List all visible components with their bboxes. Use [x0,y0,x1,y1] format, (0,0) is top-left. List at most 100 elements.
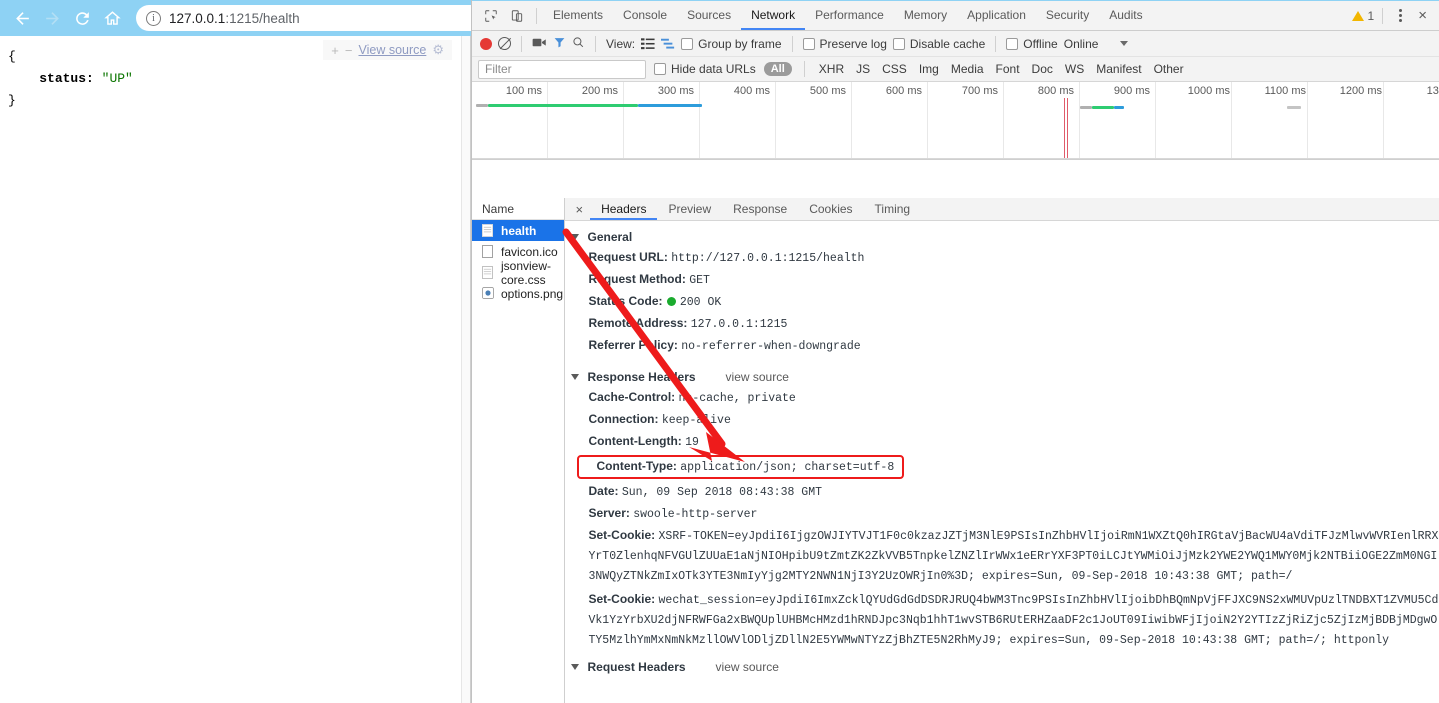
inspect-element-icon[interactable] [478,3,504,29]
tab-elements[interactable]: Elements [543,1,613,30]
expand-all-icon[interactable]: + [331,43,339,58]
more-options-icon[interactable] [1391,9,1410,22]
page-scrollbar[interactable] [461,36,470,703]
overview-tick-700ms: 700 ms [961,85,998,97]
right-divider [1382,7,1384,24]
filter-type-img[interactable]: Img [917,62,941,76]
page-info-icon[interactable]: i [146,10,161,26]
tab-memory[interactable]: Memory [894,1,957,30]
filter-type-other[interactable]: Other [1152,62,1186,76]
offline-checkbox[interactable]: Offline [1006,37,1058,51]
throttling-value: Online [1063,36,1099,51]
header-value: 127.0.0.1:1215 [690,318,788,331]
throttling-select[interactable]: Online [1064,37,1129,51]
close-devtools-icon[interactable]: × [1412,7,1433,24]
request-row-health[interactable]: health [472,220,564,241]
filter-type-js[interactable]: JS [854,62,872,76]
json-value-status: "UP" [101,71,133,86]
filter-input[interactable]: Filter [478,59,646,79]
request-row-options-png[interactable]: options.png [472,283,564,304]
checkbox-box[interactable] [654,63,666,75]
filter-type-media[interactable]: Media [949,62,986,76]
checkbox-box[interactable] [892,37,905,50]
overview-load-line [1067,98,1068,159]
back-arrow-icon[interactable] [8,4,36,32]
filter-type-font[interactable]: Font [994,62,1022,76]
detail-tab-preview[interactable]: Preview [657,198,722,220]
view-source-link[interactable]: View source [358,43,426,57]
hide-data-urls-checkbox[interactable]: Hide data URLs [654,62,756,76]
filter-type-ws[interactable]: WS [1063,62,1086,76]
reload-icon[interactable] [68,4,96,32]
header-name: Set-Cookie: [588,528,656,542]
checkbox-box[interactable] [681,37,694,50]
collapse-all-icon[interactable]: − [345,43,353,58]
list-view-icon[interactable] [641,37,655,50]
detail-tab-timing[interactable]: Timing [864,198,922,220]
request-name: favicon.ico [501,244,558,259]
filter-type-all[interactable]: All [763,62,792,76]
camera-icon[interactable] [532,36,547,52]
filter-type-doc[interactable]: Doc [1030,62,1055,76]
general-row-status-code: Status Code: 200 OK [565,291,1439,313]
overview-tick-800ms: 800 ms [1037,85,1074,97]
warning-badge[interactable]: 1 [1351,9,1374,23]
tab-performance[interactable]: Performance [805,1,894,30]
header-name: Server: [588,506,630,520]
request-name: options.png [501,286,564,301]
close-detail-icon[interactable]: × [569,202,591,217]
response-row-server: Server: swoole-http-server [565,503,1439,525]
home-icon[interactable] [98,4,126,32]
general-section-header[interactable]: General [565,227,1439,247]
json-line-close: } [8,93,16,108]
request-headers-section-header[interactable]: Request Headers view source [565,657,1439,677]
request-row-jsonview-css[interactable]: jsonview-core.css [472,259,564,287]
overview-tick-1000ms: 1000 ms [1187,85,1230,97]
tab-security[interactable]: Security [1036,1,1099,30]
tab-audits[interactable]: Audits [1099,1,1152,30]
network-overview-timeline[interactable]: 100 ms 200 ms 300 ms 400 ms 500 ms 600 m… [472,82,1439,160]
group-by-frame-checkbox[interactable]: Group by frame [681,37,782,51]
overview-tick-900ms: 900 ms [1113,85,1150,97]
filter-type-xhr[interactable]: XHR [817,62,846,76]
header-value: wechat_session=eyJpdiI6ImxZcklQYUdGdGdDS… [588,594,1439,647]
header-value: http://127.0.0.1:1215/health [671,252,865,265]
document-icon [482,223,494,238]
gear-icon[interactable]: ⚙ [432,42,444,58]
funnel-icon[interactable] [553,36,566,52]
waterfall-view-icon[interactable] [661,38,675,50]
request-view-source-link[interactable]: view source [716,660,779,674]
header-value: no-referrer-when-downgrade [681,340,861,353]
response-view-source-link[interactable]: view source [726,370,789,384]
preserve-log-checkbox[interactable]: Preserve log [802,36,887,51]
detail-tab-headers[interactable]: Headers [590,198,657,220]
header-value: swoole-http-server [633,508,758,521]
record-button[interactable] [480,37,492,50]
detail-tab-response[interactable]: Response [722,198,798,220]
filter-type-css[interactable]: CSS [880,62,909,76]
response-headers-section-header[interactable]: Response Headers view source [565,367,1439,387]
disable-cache-checkbox[interactable]: Disable cache [892,37,985,51]
header-value: keep-alive [661,414,731,427]
checkbox-box[interactable] [1006,37,1019,50]
network-lower-split: Name health favicon.ico jsonview-core.cs… [472,198,1439,703]
toggle-device-toolbar-icon[interactable] [504,3,530,29]
network-toolbar: View: Group by frame Preserve log Disabl… [472,31,1439,57]
overview-bar-gray-1 [476,104,488,107]
tab-console[interactable]: Console [613,1,677,30]
tab-network[interactable]: Network [741,1,805,30]
tab-sources[interactable]: Sources [677,1,741,30]
response-row-date: Date: Sun, 09 Sep 2018 08:43:38 GMT [565,481,1439,503]
request-list-panel: Name health favicon.ico jsonview-core.cs… [472,198,565,703]
header-value: 19 [685,436,699,449]
preserve-log-label: Preserve log [819,36,887,51]
search-icon[interactable] [572,36,585,52]
checkbox-box[interactable] [802,37,815,50]
clear-button[interactable] [498,37,511,50]
content-type-highlight-box: Content-Type: application/json; charset=… [576,455,905,479]
overview-tick-500ms: 500 ms [809,85,846,97]
tab-application[interactable]: Application [957,1,1036,30]
detail-tab-cookies[interactable]: Cookies [798,198,863,220]
filter-type-manifest[interactable]: Manifest [1094,62,1143,76]
jsonview-controls: + − View source ⚙ [323,40,452,60]
